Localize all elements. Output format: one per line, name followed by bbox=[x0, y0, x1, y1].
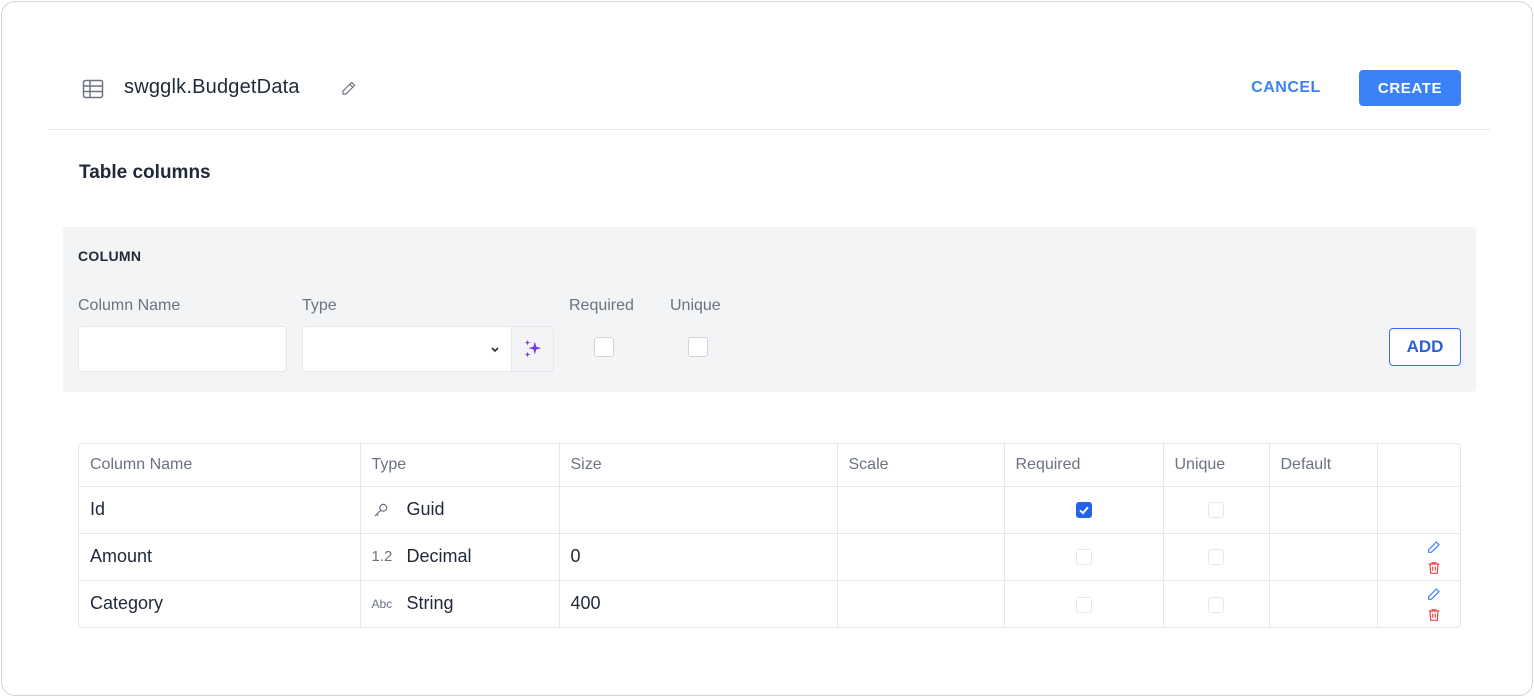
cell-size bbox=[559, 486, 838, 534]
cell-column-name: Category bbox=[79, 580, 361, 627]
decimal-icon: 1.2 bbox=[371, 548, 393, 565]
cell-default bbox=[1269, 486, 1378, 534]
table-row: Amount 1.2 Decimal 0 bbox=[79, 533, 1460, 581]
cell-type: Abc String bbox=[360, 580, 560, 627]
cell-scale bbox=[837, 580, 1005, 627]
edit-pencil-icon[interactable] bbox=[1426, 586, 1442, 602]
required-checkbox-checked bbox=[1075, 502, 1092, 519]
header-type: Type bbox=[360, 444, 560, 487]
cell-unique bbox=[1163, 580, 1270, 627]
cell-size: 0 bbox=[559, 533, 838, 581]
cell-actions bbox=[1377, 486, 1460, 534]
cell-required bbox=[1004, 580, 1164, 627]
table-header-row: Column Name Type Size Scale Required Uni… bbox=[79, 444, 1460, 487]
cell-actions bbox=[1377, 580, 1460, 627]
pencil-icon[interactable] bbox=[340, 79, 358, 97]
panel-heading: COLUMN bbox=[78, 248, 142, 264]
unique-label: Unique bbox=[670, 297, 721, 314]
create-button[interactable]: CREATE bbox=[1359, 70, 1461, 106]
type-select[interactable] bbox=[302, 326, 513, 372]
required-checkbox[interactable] bbox=[1075, 549, 1092, 566]
editor-header: swgglk.BudgetData CANCEL CREATE bbox=[48, 62, 1490, 130]
header-actions bbox=[1377, 444, 1460, 487]
header-unique: Unique bbox=[1163, 444, 1270, 487]
type-label: String bbox=[406, 593, 454, 614]
cell-required bbox=[1004, 533, 1164, 581]
header-column-name: Column Name bbox=[79, 444, 361, 487]
cell-column-name: Id bbox=[79, 486, 361, 534]
required-label: Required bbox=[569, 297, 634, 314]
chevron-down-icon bbox=[488, 342, 502, 356]
cell-column-name: Amount bbox=[79, 533, 361, 581]
cell-type: 1.2 Decimal bbox=[360, 533, 560, 581]
cell-required bbox=[1004, 486, 1164, 534]
type-label: Type bbox=[302, 297, 337, 314]
trash-icon[interactable] bbox=[1426, 560, 1442, 576]
cell-unique bbox=[1163, 533, 1270, 581]
columns-table: Column Name Type Size Scale Required Uni… bbox=[78, 443, 1461, 628]
string-icon: Abc bbox=[371, 596, 393, 611]
cell-actions bbox=[1377, 533, 1460, 581]
table-row: Category Abc String 400 bbox=[79, 580, 1460, 627]
cell-scale bbox=[837, 486, 1005, 534]
type-label: Decimal bbox=[406, 546, 472, 566]
table-editor-window: swgglk.BudgetData CANCEL CREATE Table co… bbox=[1, 1, 1533, 696]
cell-unique bbox=[1163, 486, 1270, 534]
cell-default bbox=[1269, 533, 1378, 581]
required-checkbox[interactable] bbox=[1075, 596, 1092, 613]
cell-scale bbox=[837, 533, 1005, 581]
unique-checkbox[interactable] bbox=[688, 337, 708, 357]
cell-size: 400 bbox=[559, 580, 838, 627]
unique-checkbox[interactable] bbox=[1208, 549, 1224, 566]
unique-checkbox[interactable] bbox=[1208, 596, 1224, 613]
table-row: Id Guid bbox=[79, 486, 1460, 534]
unique-checkbox bbox=[1208, 502, 1224, 519]
add-column-button[interactable]: ADD bbox=[1389, 328, 1461, 366]
key-icon bbox=[372, 501, 398, 519]
cell-type: Guid bbox=[360, 486, 560, 534]
cancel-button[interactable]: CANCEL bbox=[1238, 70, 1334, 106]
header-required: Required bbox=[1004, 444, 1164, 487]
type-label: Guid bbox=[406, 499, 445, 519]
trash-icon[interactable] bbox=[1426, 607, 1442, 623]
header-size: Size bbox=[559, 444, 838, 487]
column-name-input[interactable] bbox=[78, 326, 287, 372]
add-column-panel: COLUMN Column Name Type Required Unique bbox=[63, 227, 1476, 392]
required-checkbox[interactable] bbox=[594, 337, 614, 357]
ai-suggest-button[interactable] bbox=[511, 326, 554, 372]
header-scale: Scale bbox=[837, 444, 1005, 487]
header-default: Default bbox=[1269, 444, 1378, 487]
column-name-label: Column Name bbox=[78, 297, 181, 314]
table-title: swgglk.BudgetData bbox=[124, 76, 300, 98]
cell-default bbox=[1269, 580, 1378, 627]
section-title: Table columns bbox=[79, 162, 211, 183]
table-icon bbox=[81, 77, 105, 101]
edit-pencil-icon[interactable] bbox=[1426, 539, 1442, 555]
